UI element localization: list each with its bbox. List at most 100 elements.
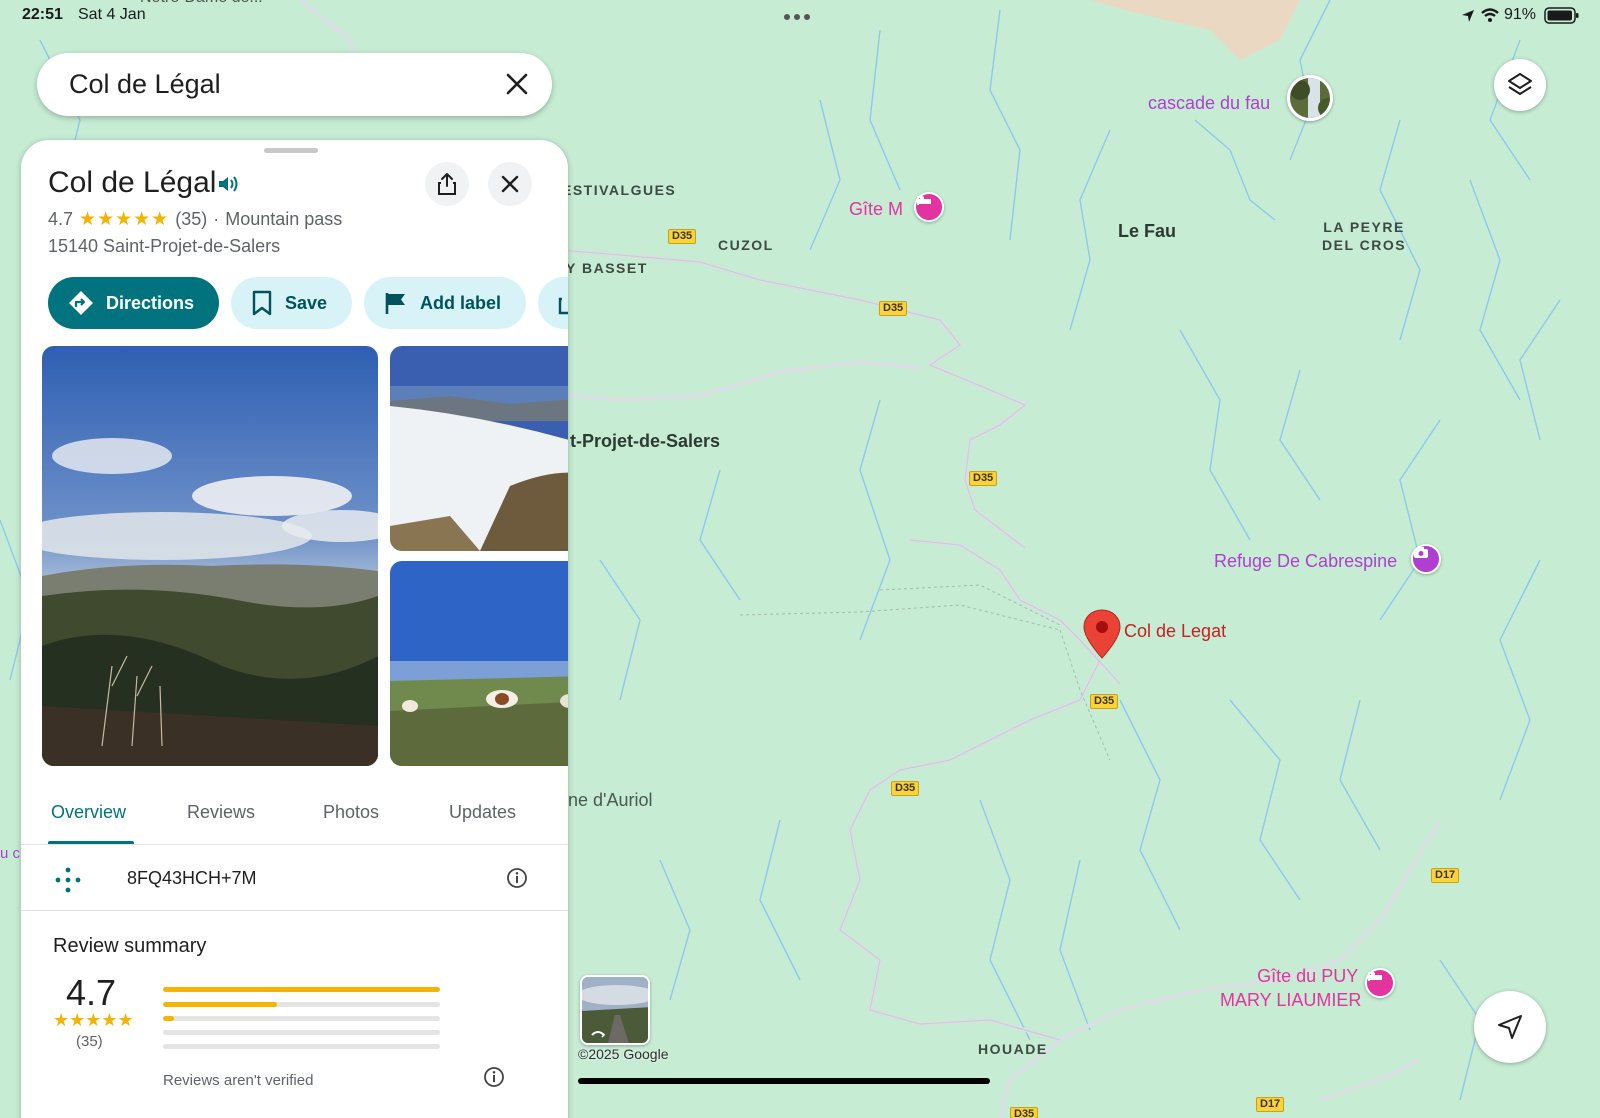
layers-icon	[1508, 73, 1532, 95]
landscape-photo	[42, 346, 378, 766]
share-icon	[558, 297, 568, 315]
battery-percent: 91%	[1504, 6, 1537, 23]
close-panel-button[interactable]	[488, 162, 532, 206]
review-summary-rating: 4.7	[66, 972, 117, 1013]
save-label: Save	[285, 292, 328, 313]
street-view-thumbnail[interactable]	[580, 975, 650, 1045]
status-time: 22:51	[22, 6, 63, 23]
plus-code-row[interactable]: 8FQ43HCH+7M	[21, 845, 568, 911]
rating-bar-3-star	[163, 1016, 440, 1021]
map-label-la-peyre-line2: DEL CROS	[1322, 237, 1407, 253]
place-address: 15140 Saint-Projet-de-Salers	[48, 236, 281, 256]
rating-bar-5-star	[163, 987, 440, 992]
separator-dot: ·	[213, 209, 220, 229]
directions-icon	[69, 291, 93, 315]
wifi-icon	[1481, 8, 1499, 22]
map-label-estivalgues[interactable]: ESTIVALGUES	[562, 181, 676, 199]
location-arrow-icon	[1462, 10, 1474, 22]
poi-gite-m-label[interactable]: Gîte M	[849, 199, 903, 219]
camera-pin[interactable]	[1411, 544, 1441, 574]
poi-cascade-du-fau-label[interactable]: cascade du fau	[1148, 93, 1270, 113]
map-label-le-fau[interactable]: Le Fau	[1118, 221, 1176, 241]
plus-code-value: 8FQ43HCH+7M	[127, 868, 257, 888]
my-location-button[interactable]	[1474, 991, 1546, 1063]
plus-code-icon	[55, 867, 81, 893]
directions-label: Directions	[106, 292, 195, 313]
layers-button[interactable]	[1494, 59, 1546, 111]
review-summary-count[interactable]: (35)	[76, 1033, 103, 1050]
photo-main[interactable]	[42, 346, 378, 766]
poi-cascade-du-fau-photo[interactable]	[1287, 75, 1333, 121]
rating-value: 4.7	[48, 209, 74, 229]
rating-bar-fill	[163, 987, 440, 992]
review-summary-title: Review summary	[53, 935, 207, 957]
close-icon	[501, 175, 519, 193]
place-title: Col de Légal	[48, 166, 217, 199]
road-shield-d17: D17	[1431, 868, 1460, 883]
map-label-saint-projet[interactable]: t-Projet-de-Salers	[570, 431, 720, 451]
add-label-label: Add label	[420, 292, 502, 313]
poi-gite-du-puy-line1: Gîte du PUY	[1257, 966, 1359, 986]
map-label-houade[interactable]: HOUADE	[978, 1040, 1048, 1058]
drag-handle[interactable]	[264, 148, 318, 153]
speaker-icon[interactable]	[217, 174, 239, 194]
road-shield-d35: D35	[1090, 694, 1119, 709]
lodging-pin[interactable]	[914, 192, 944, 222]
clear-search-icon[interactable]	[504, 71, 530, 97]
rating-stars: ★★★★★	[79, 209, 170, 230]
road-shield-d35: D35	[879, 301, 908, 316]
photo-cows[interactable]	[390, 561, 568, 766]
map-label-la-peyre[interactable]: LA PEYRE DEL CROS	[1322, 218, 1406, 254]
map-label-left-edge[interactable]: u c	[0, 844, 20, 864]
cows-photo	[390, 561, 568, 766]
road-shield-d35: D35	[1010, 1107, 1039, 1118]
save-button[interactable]: Save	[231, 277, 352, 329]
poi-gite-du-puy-line2: MARY LIAUMIER	[1220, 990, 1362, 1010]
flag-icon	[385, 293, 405, 314]
camera-icon	[1414, 547, 1428, 558]
rating-bar-4-star	[163, 1002, 440, 1007]
tab-bar: Overview Reviews Photos Updates	[21, 780, 568, 845]
map-label-puy-basset[interactable]: Y BASSET	[566, 259, 648, 277]
search-bar[interactable]: Col de Légal	[37, 53, 552, 116]
road-shield-d35: D35	[891, 781, 920, 796]
lodging-pin[interactable]	[1365, 968, 1395, 998]
review-count-link[interactable]: (35)	[175, 209, 207, 230]
selected-place-pin-icon[interactable]	[1082, 608, 1122, 660]
share-button[interactable]	[425, 162, 469, 206]
map-label-notre-dame[interactable]: Notre-Dame de...	[140, 0, 263, 8]
info-icon[interactable]	[483, 1066, 505, 1088]
place-category: Mountain pass	[225, 209, 343, 229]
poi-refuge-label[interactable]: Refuge De Cabrespine	[1214, 551, 1397, 571]
bed-icon	[917, 196, 931, 205]
navigation-arrow-icon	[1498, 1015, 1522, 1039]
tab-photos[interactable]: Photos	[323, 802, 379, 823]
directions-button[interactable]: Directions	[48, 277, 219, 329]
tab-overview[interactable]: Overview	[51, 802, 126, 823]
status-date: Sat 4 Jan	[78, 6, 146, 23]
road-shield-d17: D17	[1256, 1097, 1285, 1112]
battery-icon	[1544, 7, 1579, 24]
info-icon[interactable]	[506, 867, 528, 889]
snow-photo	[390, 346, 568, 551]
reviews-unverified-note: Reviews aren't verified	[163, 1072, 314, 1089]
poi-gite-du-puy-label[interactable]: Gîte du PUY MARY LIAUMIER	[1220, 964, 1361, 1012]
review-summary-stars: ★★★★★	[53, 1010, 134, 1030]
multitasking-dots[interactable]	[784, 14, 810, 20]
bed-icon	[1368, 972, 1382, 981]
road-shield-d35: D35	[668, 229, 697, 244]
rating-bar-2-star	[163, 1030, 440, 1035]
map-label-cuzol[interactable]: CUZOL	[718, 236, 774, 254]
add-label-button[interactable]: Add label	[364, 277, 526, 329]
more-actions-button[interactable]	[538, 277, 568, 329]
bookmark-icon	[252, 290, 272, 316]
home-indicator[interactable]	[578, 1078, 990, 1084]
photo-snow[interactable]	[390, 346, 568, 551]
map-label-la-peyre-line1: LA PEYRE	[1323, 219, 1405, 235]
share-icon	[438, 173, 456, 195]
poi-col-de-legat-label[interactable]: Col de Legat	[1124, 621, 1226, 641]
tab-updates[interactable]: Updates	[449, 802, 516, 823]
map-label-auriol[interactable]: ne d'Auriol	[568, 790, 653, 810]
search-query[interactable]: Col de Légal	[69, 69, 221, 100]
tab-reviews[interactable]: Reviews	[187, 802, 255, 823]
